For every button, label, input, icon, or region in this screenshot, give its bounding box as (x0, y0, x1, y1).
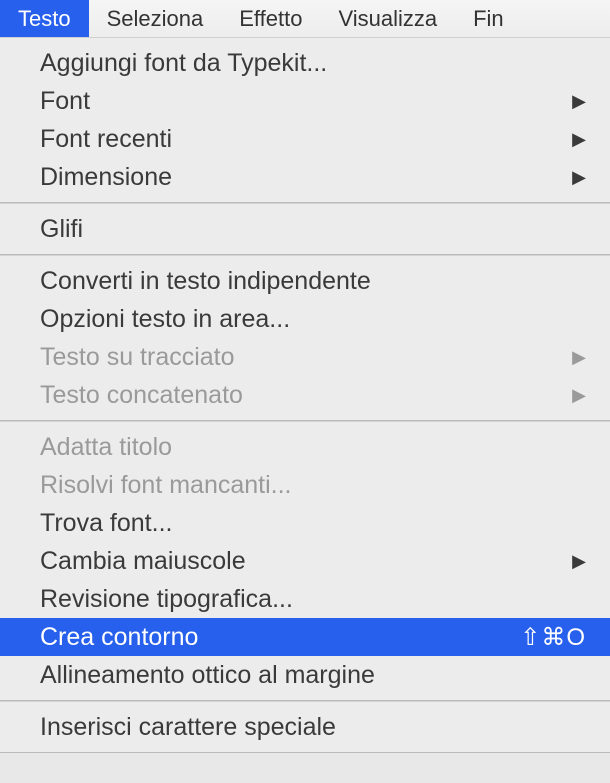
menu-item-inserisci-carattere-speciale[interactable]: Inserisci carattere speciale (0, 708, 610, 746)
menu-item-label: Cambia maiuscole (40, 547, 572, 576)
menu-section: Converti in testo indipendente Opzioni t… (0, 255, 610, 421)
menu-item-label: Revisione tipografica... (40, 585, 586, 614)
menubar-item-seleziona[interactable]: Seleziona (89, 0, 222, 37)
submenu-arrow-icon: ▶ (572, 129, 586, 150)
menubar-item-testo[interactable]: Testo (0, 0, 89, 37)
submenu-arrow-icon: ▶ (572, 551, 586, 572)
menu-item-dimensione[interactable]: Dimensione ▶ (0, 158, 610, 196)
menu-item-label: Inserisci carattere speciale (40, 713, 586, 742)
menu-item-font[interactable]: Font ▶ (0, 82, 610, 120)
menubar-item-visualizza[interactable]: Visualizza (320, 0, 455, 37)
submenu-arrow-icon: ▶ (572, 385, 586, 406)
menu-section: Glifi (0, 203, 610, 255)
menu-item-allineamento-ottico[interactable]: Allineamento ottico al margine (0, 656, 610, 694)
menu-item-label: Opzioni testo in area... (40, 305, 586, 334)
menubar-item-fin[interactable]: Fin (455, 0, 522, 37)
menu-item-crea-contorno[interactable]: Crea contorno ⇧⌘O (0, 618, 610, 656)
menu-item-font-recenti[interactable]: Font recenti ▶ (0, 120, 610, 158)
menu-item-label: Trova font... (40, 509, 586, 538)
menubar: Testo Seleziona Effetto Visualizza Fin (0, 0, 610, 38)
menu-item-label: Allineamento ottico al margine (40, 661, 586, 690)
menu-item-glifi[interactable]: Glifi (0, 210, 610, 248)
menu-item-label: Glifi (40, 215, 586, 244)
menu-item-testo-concatenato: Testo concatenato ▶ (0, 376, 610, 414)
menu-item-label: Testo su tracciato (40, 343, 572, 372)
menu-item-label: Testo concatenato (40, 381, 572, 410)
menu-section: Aggiungi font da Typekit... Font ▶ Font … (0, 38, 610, 203)
menu-item-label: Font (40, 87, 572, 116)
menu-item-label: Risolvi font mancanti... (40, 471, 586, 500)
menu-item-label: Adatta titolo (40, 433, 586, 462)
menu-item-trova-font[interactable]: Trova font... (0, 504, 610, 542)
menu-item-label: Converti in testo indipendente (40, 267, 586, 296)
menu-item-cambia-maiuscole[interactable]: Cambia maiuscole ▶ (0, 542, 610, 580)
menu-item-risolvi-font-mancanti: Risolvi font mancanti... (0, 466, 610, 504)
menu-item-adatta-titolo: Adatta titolo (0, 428, 610, 466)
menu-section: Adatta titolo Risolvi font mancanti... T… (0, 421, 610, 701)
submenu-arrow-icon: ▶ (572, 167, 586, 188)
menu-section: Inserisci carattere speciale (0, 701, 610, 753)
menu-item-shortcut: ⇧⌘O (520, 623, 586, 652)
menubar-item-effetto[interactable]: Effetto (221, 0, 320, 37)
menu-item-label: Crea contorno (40, 623, 520, 652)
menu-item-converti-testo-indipendente[interactable]: Converti in testo indipendente (0, 262, 610, 300)
dropdown-menu: Aggiungi font da Typekit... Font ▶ Font … (0, 38, 610, 753)
submenu-arrow-icon: ▶ (572, 347, 586, 368)
menu-item-testo-tracciato: Testo su tracciato ▶ (0, 338, 610, 376)
submenu-arrow-icon: ▶ (572, 91, 586, 112)
menu-item-label: Font recenti (40, 125, 572, 154)
menu-item-label: Dimensione (40, 163, 572, 192)
menu-item-opzioni-testo-area[interactable]: Opzioni testo in area... (0, 300, 610, 338)
menu-item-label: Aggiungi font da Typekit... (40, 49, 586, 78)
menu-item-revisione-tipografica[interactable]: Revisione tipografica... (0, 580, 610, 618)
menu-item-aggiungi-font-typekit[interactable]: Aggiungi font da Typekit... (0, 44, 610, 82)
